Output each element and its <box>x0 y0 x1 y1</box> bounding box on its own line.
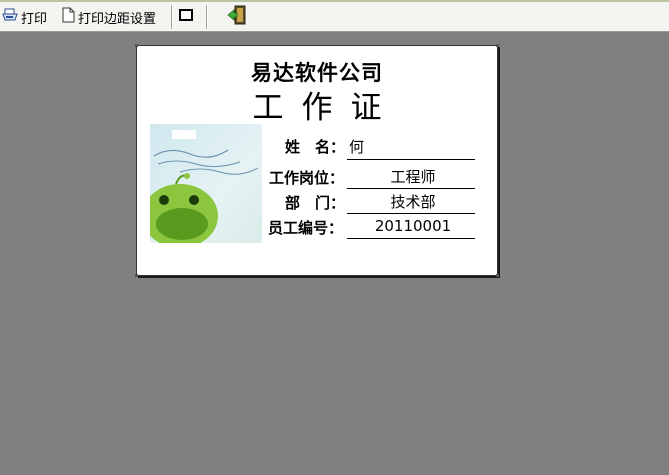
frame-button[interactable] <box>178 5 197 29</box>
printer-icon <box>2 8 18 26</box>
print-label: 打印 <box>21 11 48 27</box>
corner-handle <box>135 44 138 47</box>
employee-id-underline <box>347 238 475 239</box>
employee-id-value: 20110001 <box>374 217 452 235</box>
print-margin-settings-label: 打印边距设置 <box>78 11 157 27</box>
position-label: 工作岗位： <box>269 169 345 187</box>
employee-id-label: 员工编号： <box>268 219 344 237</box>
frame-icon <box>178 8 194 26</box>
toolbar-separator <box>206 5 208 29</box>
corner-handle <box>496 274 499 277</box>
name-label: 姓 名： <box>285 138 346 156</box>
name-underline <box>347 159 475 160</box>
corner-handle <box>496 44 499 47</box>
name-value: 何 <box>349 138 365 156</box>
page-icon <box>62 7 75 27</box>
card-title: 工作证 <box>252 90 400 126</box>
exit-button[interactable] <box>226 5 251 29</box>
department-underline <box>347 213 475 214</box>
print-button[interactable]: 打印 <box>2 5 47 29</box>
position-value: 工程师 <box>390 168 436 186</box>
employee-photo <box>150 124 262 243</box>
toolbar: 打印 打印边距设置 <box>0 0 669 32</box>
id-card-preview: 易达软件公司 工作证 姓 名： 何 工作岗位： 工程师 部 门： 技术部 员工编… <box>135 44 499 277</box>
exit-door-icon <box>226 5 248 29</box>
toolbar-separator <box>171 5 173 29</box>
department-value: 技术部 <box>390 193 436 211</box>
department-label: 部 门： <box>285 194 346 212</box>
print-margin-settings-button[interactable]: 打印边距设置 <box>62 5 156 29</box>
position-underline <box>347 188 475 189</box>
corner-handle <box>135 274 138 277</box>
